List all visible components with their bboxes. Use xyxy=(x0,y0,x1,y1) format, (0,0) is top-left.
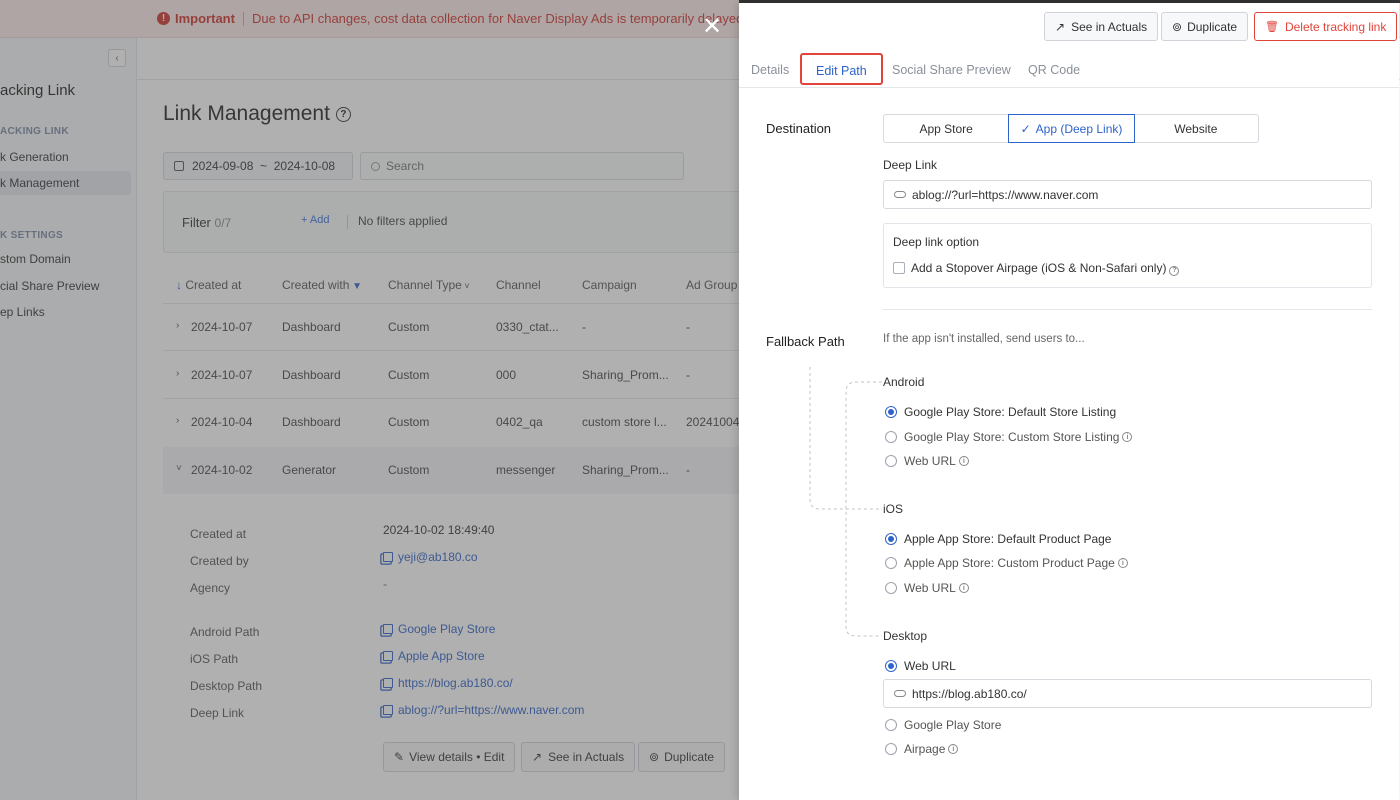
info-icon: i xyxy=(958,583,969,593)
ios-option-web-url[interactable]: Web URL i xyxy=(885,581,969,595)
destination-label: Destination xyxy=(766,121,832,136)
tab-details[interactable]: Details xyxy=(751,63,789,77)
destination-app-deep-link[interactable]: ✓ App (Deep Link) xyxy=(1008,114,1135,143)
drawer-tabs: Details Edit Path Social Share Preview Q… xyxy=(739,53,1399,88)
deep-link-field[interactable]: ablog://?url=https://www.naver.com xyxy=(883,180,1372,209)
ios-option-default-product[interactable]: Apple App Store: Default Product Page xyxy=(885,532,1111,546)
destination-website[interactable]: Website xyxy=(1134,115,1258,142)
fallback-path-label: Fallback Path xyxy=(766,334,845,349)
android-option-default-store[interactable]: Google Play Store: Default Store Listing xyxy=(885,405,1116,419)
stopover-airpage-checkbox[interactable]: Add a Stopover Airpage (iOS & Non-Safari… xyxy=(893,261,1180,276)
fallback-hint: If the app isn't installed, send users t… xyxy=(883,333,1085,345)
radio xyxy=(885,557,897,569)
help-icon: ? xyxy=(1169,265,1180,276)
radio xyxy=(885,719,897,731)
tab-qr-code[interactable]: QR Code xyxy=(1028,63,1080,77)
check-icon: ✓ xyxy=(1020,121,1031,136)
external-arrow-icon: ↗ xyxy=(1055,19,1066,34)
tab-social-share-preview[interactable]: Social Share Preview xyxy=(892,63,1011,77)
close-icon[interactable]: ✕ xyxy=(702,14,722,40)
deep-link-label: Deep Link xyxy=(883,158,938,172)
desktop-label: Desktop xyxy=(883,629,928,643)
deep-link-option-box: Deep link option Add a Stopover Airpage … xyxy=(883,223,1372,288)
drawer-duplicate-button[interactable]: ⊚ Duplicate xyxy=(1161,12,1249,41)
info-icon: i xyxy=(1117,558,1128,568)
radio xyxy=(885,743,897,755)
radio xyxy=(885,431,897,443)
drawer-see-in-actuals-button[interactable]: ↗ See in Actuals xyxy=(1044,12,1159,41)
desktop-option-google-play[interactable]: Google Play Store xyxy=(885,718,1001,732)
radio xyxy=(885,582,897,594)
tab-edit-path[interactable]: Edit Path xyxy=(800,53,883,85)
connector-lines xyxy=(809,367,882,637)
ios-option-custom-product[interactable]: Apple App Store: Custom Product Page i xyxy=(885,556,1128,570)
link-icon xyxy=(894,690,906,697)
android-option-web-url[interactable]: Web URL i xyxy=(885,454,969,468)
delete-tracking-link-button[interactable]: 🗑 Delete tracking link xyxy=(1254,12,1398,41)
desktop-web-url-field[interactable]: https://blog.ab180.co/ xyxy=(883,679,1372,708)
radio xyxy=(885,406,897,418)
radio xyxy=(885,533,897,545)
desktop-option-web-url[interactable]: Web URL xyxy=(885,659,956,673)
duplicate-icon: ⊚ xyxy=(1172,19,1183,34)
destination-app-store[interactable]: App Store xyxy=(884,115,1010,142)
desktop-option-airpage[interactable]: Airpage i xyxy=(885,742,959,756)
edit-drawer: ↗ See in Actuals ⊚ Duplicate 🗑 Delete track… xyxy=(739,3,1399,800)
info-icon: i xyxy=(948,744,959,754)
modal-overlay[interactable] xyxy=(0,0,739,800)
ios-label: iOS xyxy=(883,502,904,516)
deep-link-option-title: Deep link option xyxy=(893,235,980,249)
destination-selector: App Store ✓ App (Deep Link) Website xyxy=(883,114,1259,143)
trash-icon: 🗑 xyxy=(1265,21,1279,33)
android-label: Android xyxy=(883,375,925,389)
info-icon: i xyxy=(1122,432,1133,442)
radio xyxy=(885,455,897,467)
android-option-custom-store[interactable]: Google Play Store: Custom Store Listing i xyxy=(885,430,1133,444)
link-icon xyxy=(894,191,906,198)
radio xyxy=(885,660,897,672)
info-icon: i xyxy=(958,456,969,466)
checkbox xyxy=(893,262,905,274)
